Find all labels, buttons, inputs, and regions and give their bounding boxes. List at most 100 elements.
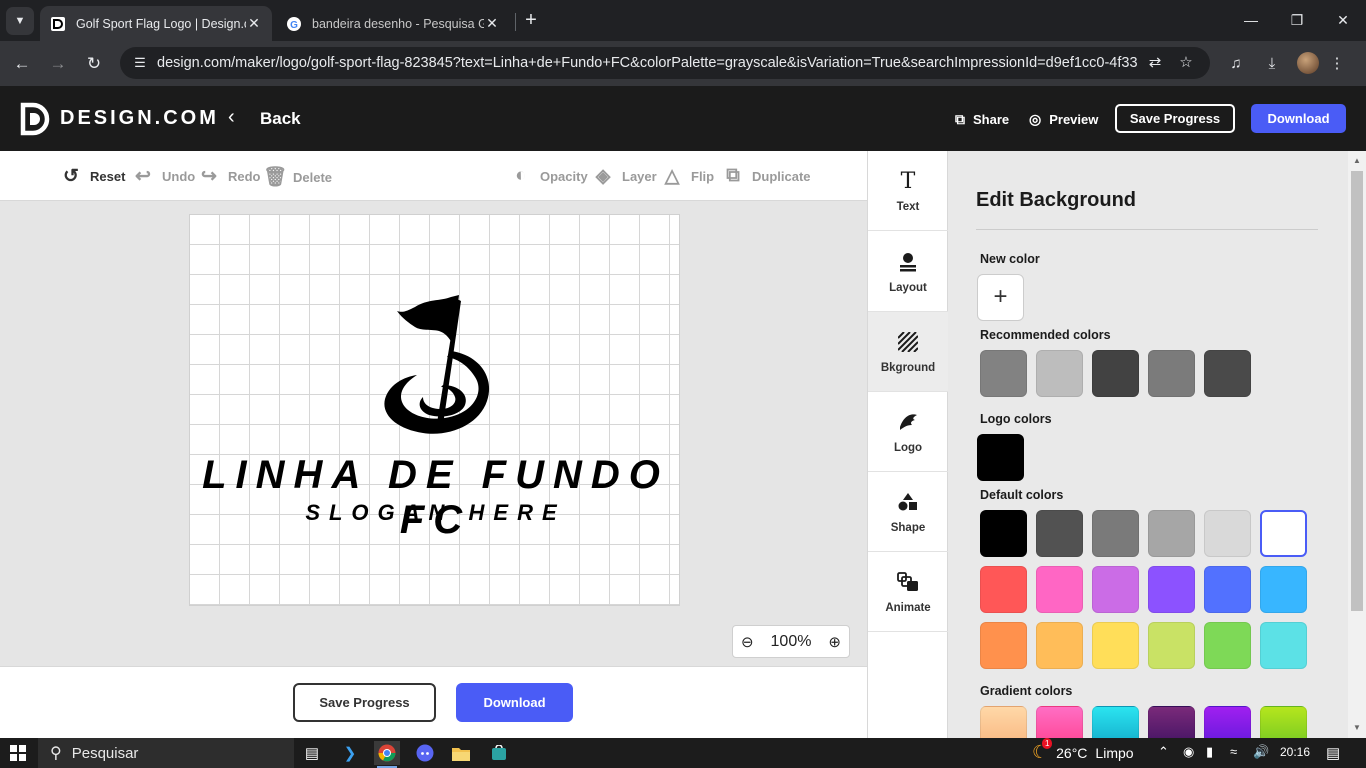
add-color-button[interactable]: + bbox=[977, 274, 1024, 321]
discord-icon[interactable] bbox=[412, 741, 438, 765]
save-progress-button[interactable]: Save Progress bbox=[1115, 104, 1235, 133]
side-item-layout[interactable]: Layout bbox=[868, 232, 948, 312]
logo-slogan-text[interactable]: SLOGAN HERE bbox=[190, 500, 681, 526]
scroll-up-icon[interactable]: ▲ bbox=[1348, 153, 1366, 169]
side-item-animate[interactable]: Animate bbox=[868, 552, 948, 632]
flip-button[interactable]: △ Flip bbox=[661, 165, 714, 188]
zoom-in-icon[interactable]: ⊕ bbox=[828, 633, 841, 651]
logo-name-text[interactable]: LINHA DE FUNDO FC bbox=[190, 453, 681, 543]
vscode-icon[interactable]: ❯ bbox=[337, 741, 363, 765]
brand-wordmark[interactable]: DESIGN.COM bbox=[60, 107, 219, 130]
chrome-icon[interactable] bbox=[374, 741, 400, 768]
clock-time[interactable]: 20:16 bbox=[1280, 745, 1310, 759]
minimize-icon[interactable]: — bbox=[1228, 8, 1274, 32]
side-item-logo[interactable]: Logo bbox=[868, 392, 948, 472]
color-swatch[interactable] bbox=[1092, 622, 1139, 669]
tab-search-button[interactable]: ▼ bbox=[6, 7, 34, 35]
logo-canvas[interactable]: LINHA DE FUNDO FC SLOGAN HERE bbox=[189, 214, 680, 606]
profile-avatar[interactable] bbox=[1297, 52, 1319, 74]
back-arrow-icon[interactable]: ← bbox=[10, 52, 34, 76]
color-swatch[interactable] bbox=[1036, 350, 1083, 397]
layer-button[interactable]: ◈ Layer bbox=[592, 165, 657, 188]
golf-flag-logo-icon[interactable] bbox=[379, 293, 491, 439]
taskbar-search[interactable]: ⚲ Pesquisar bbox=[38, 738, 294, 768]
color-swatch[interactable] bbox=[1092, 566, 1139, 613]
color-swatch[interactable] bbox=[1260, 622, 1307, 669]
scrollbar-thumb[interactable] bbox=[1351, 171, 1363, 611]
color-swatch[interactable] bbox=[1036, 622, 1083, 669]
side-item-shape[interactable]: Shape bbox=[868, 472, 948, 552]
scroll-down-icon[interactable]: ▼ bbox=[1348, 720, 1366, 736]
wifi-icon[interactable]: ≈ bbox=[1230, 744, 1237, 759]
duplicate-button[interactable]: ⧉ Duplicate bbox=[722, 165, 810, 187]
bookmark-star-icon[interactable]: ☆ bbox=[1175, 52, 1197, 74]
volume-icon[interactable]: 🔊 bbox=[1253, 744, 1269, 760]
side-item-background[interactable]: Bkground bbox=[868, 312, 948, 392]
notifications-icon[interactable]: ▤ bbox=[1326, 744, 1340, 762]
reset-button[interactable]: ↺ Reset bbox=[60, 165, 125, 188]
color-swatch[interactable] bbox=[1148, 350, 1195, 397]
tab-google-search[interactable]: G bandeira desenho - Pesquisa Google ✕ bbox=[276, 6, 510, 41]
color-swatch[interactable] bbox=[1092, 350, 1139, 397]
color-swatch[interactable] bbox=[1204, 622, 1251, 669]
color-swatch[interactable] bbox=[1036, 706, 1083, 738]
side-item-text[interactable]: T Text bbox=[868, 151, 948, 231]
meet-now-icon[interactable]: ◉ bbox=[1183, 744, 1194, 760]
site-info-icon[interactable]: ☰ bbox=[128, 51, 152, 75]
battery-icon[interactable]: ▮ bbox=[1206, 744, 1213, 760]
preview-button[interactable]: ◎ Preview bbox=[1029, 111, 1098, 128]
download-button[interactable]: Download bbox=[456, 683, 573, 722]
close-window-icon[interactable]: ✕ bbox=[1320, 8, 1366, 32]
new-tab-icon[interactable]: + bbox=[520, 9, 542, 31]
url-text[interactable]: design.com/maker/logo/golf-sport-flag-82… bbox=[157, 55, 1137, 71]
save-progress-button[interactable]: Save Progress bbox=[293, 683, 436, 722]
color-swatch[interactable] bbox=[1204, 706, 1251, 738]
delete-button[interactable]: 🗑 Delete bbox=[263, 165, 332, 189]
color-swatch[interactable] bbox=[980, 566, 1027, 613]
color-swatch[interactable] bbox=[1092, 706, 1139, 738]
color-swatch[interactable] bbox=[1260, 706, 1307, 738]
share-button[interactable]: ⧉ Share bbox=[955, 111, 1009, 128]
color-swatch[interactable] bbox=[1260, 566, 1307, 613]
color-swatch[interactable] bbox=[1036, 510, 1083, 557]
zoom-out-icon[interactable]: ⊖ bbox=[741, 633, 754, 651]
back-link[interactable]: Back bbox=[260, 109, 301, 129]
file-explorer-icon[interactable] bbox=[448, 741, 474, 765]
windows-start-icon[interactable] bbox=[10, 745, 26, 761]
color-swatch[interactable] bbox=[1148, 622, 1195, 669]
color-swatch[interactable] bbox=[1092, 510, 1139, 557]
undo-button[interactable]: ↩ Undo bbox=[132, 165, 195, 188]
close-tab-icon[interactable]: ✕ bbox=[484, 15, 500, 32]
download-button[interactable]: Download bbox=[1251, 104, 1346, 133]
color-swatch[interactable] bbox=[1148, 566, 1195, 613]
downloads-icon[interactable]: ⤓ bbox=[1260, 52, 1284, 76]
color-swatch[interactable] bbox=[1148, 706, 1195, 738]
tab-design-com[interactable]: Golf Sport Flag Logo | Design.com ✕ bbox=[40, 6, 272, 41]
forward-arrow-icon[interactable]: → bbox=[46, 52, 70, 76]
redo-button[interactable]: ↪ Redo bbox=[198, 165, 260, 188]
color-swatch[interactable] bbox=[1204, 566, 1251, 613]
color-swatch[interactable] bbox=[980, 510, 1027, 557]
color-swatch[interactable] bbox=[977, 434, 1024, 481]
color-swatch[interactable] bbox=[980, 622, 1027, 669]
weather-widget[interactable]: ☾ 1 26°C Limpo bbox=[1032, 738, 1134, 763]
color-swatch[interactable] bbox=[1204, 510, 1251, 557]
media-control-icon[interactable]: ♫ bbox=[1224, 52, 1248, 76]
color-swatch[interactable] bbox=[1260, 510, 1307, 557]
translate-icon[interactable]: ⇄ bbox=[1144, 52, 1166, 74]
chrome-menu-icon[interactable]: ⋮ bbox=[1325, 52, 1349, 76]
color-swatch[interactable] bbox=[980, 706, 1027, 738]
task-view-icon[interactable]: ▤ bbox=[299, 741, 325, 765]
design-com-logo-icon[interactable] bbox=[20, 102, 50, 136]
color-swatch[interactable] bbox=[1148, 510, 1195, 557]
panel-scrollbar[interactable]: ▲ ▼ bbox=[1348, 151, 1366, 738]
color-swatch[interactable] bbox=[1204, 350, 1251, 397]
address-bar[interactable]: ☰ design.com/maker/logo/golf-sport-flag-… bbox=[120, 47, 1210, 79]
app-store-icon[interactable] bbox=[486, 741, 512, 765]
close-tab-icon[interactable]: ✕ bbox=[246, 15, 262, 32]
reload-icon[interactable]: ↻ bbox=[82, 52, 106, 76]
opacity-button[interactable]: ◐ Opacity bbox=[510, 165, 587, 187]
chevron-up-icon[interactable]: ⌃ bbox=[1158, 744, 1169, 760]
restore-icon[interactable]: ❐ bbox=[1274, 8, 1320, 32]
chevron-left-icon[interactable]: ‹ bbox=[228, 106, 235, 129]
